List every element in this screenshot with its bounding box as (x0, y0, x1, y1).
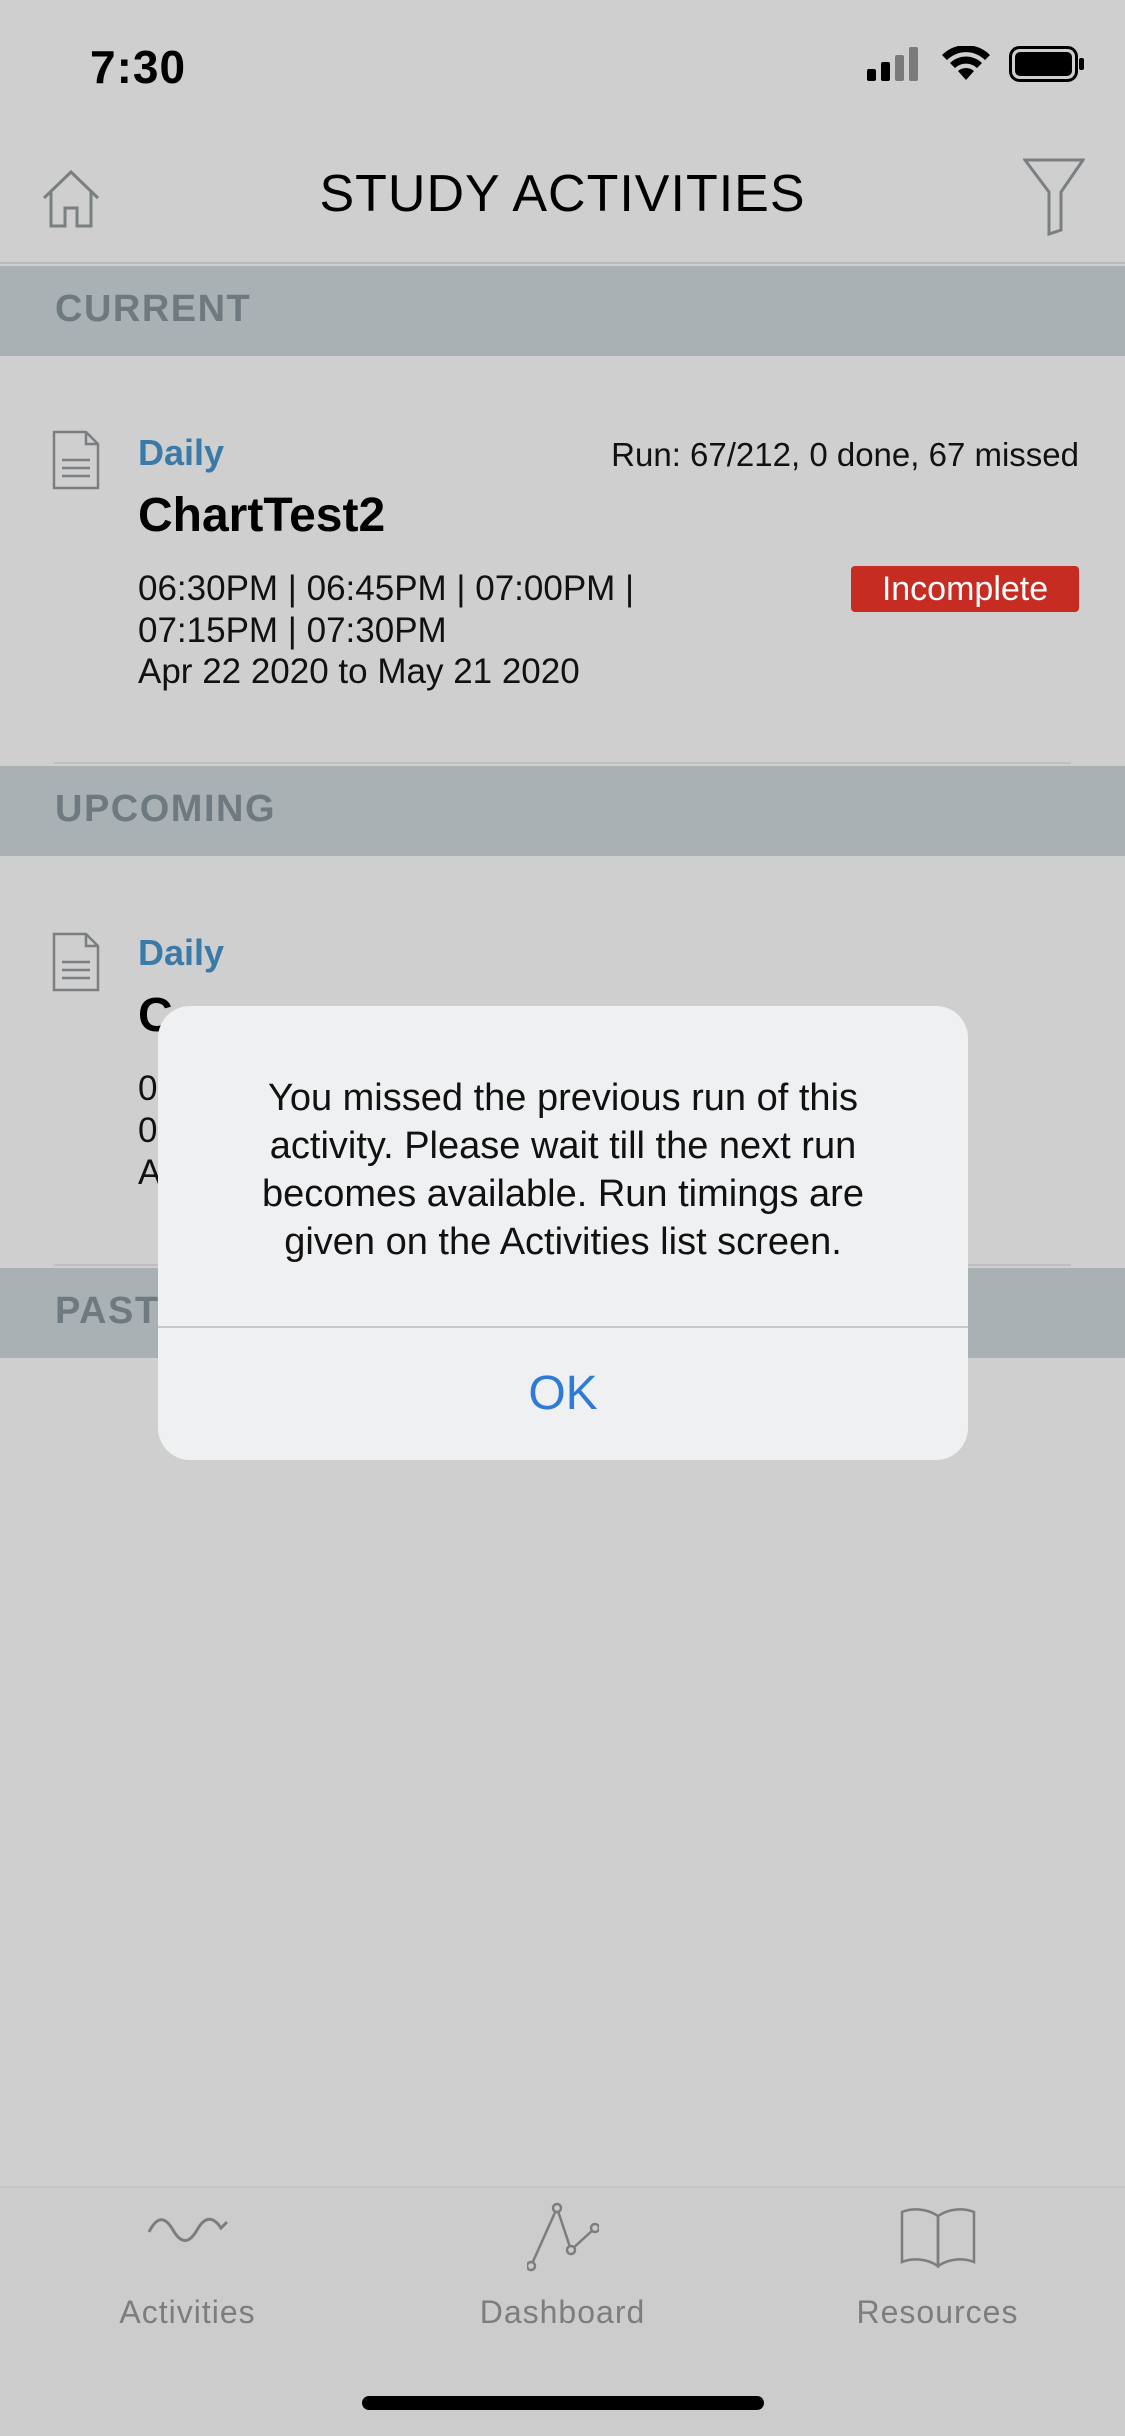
activity-frequency: Daily (138, 932, 225, 973)
run-info: Run: 67/212, 0 done, 67 missed (611, 436, 1079, 473)
battery-icon (1009, 46, 1084, 82)
wifi-icon (942, 46, 990, 80)
tab-label: Dashboard (479, 2294, 646, 2330)
page-title: STUDY ACTIVITIES (319, 165, 806, 223)
tab-dashboard[interactable]: Dashboard (375, 2188, 750, 2348)
activity-card-current[interactable]: Daily Run: 67/212, 0 done, 67 missed Cha… (0, 430, 1125, 760)
navigation-bar: STUDY ACTIVITIES (0, 136, 1125, 264)
home-indicator (362, 2396, 764, 2410)
status-bar: 7:30 (0, 0, 1125, 136)
tab-label: Resources (856, 2294, 1019, 2330)
activity-times: 06:30PM | 06:45PM | 07:00PM | 07:15PM | … (138, 568, 698, 652)
book-icon (900, 2208, 975, 2268)
activity-title: ChartTest2 (138, 489, 386, 542)
document-icon (52, 430, 100, 490)
alert-dialog: You missed the previous run of this acti… (158, 1006, 968, 1460)
document-icon (52, 932, 100, 992)
activity-dates: Apr 22 2020 to May 21 2020 (138, 652, 580, 691)
cellular-signal-icon (867, 47, 918, 81)
line-chart-icon (526, 2202, 599, 2272)
tab-label: Activities (119, 2294, 256, 2330)
alert-message: You missed the previous run of this acti… (262, 1077, 864, 1263)
activity-times-line-2: 07:15PM | 07:30PM (138, 611, 447, 650)
tab-resources[interactable]: Resources (750, 2188, 1125, 2348)
ok-button[interactable]: OK (158, 1328, 968, 1460)
section-label-past: PAST (55, 1290, 160, 1332)
status-time: 7:30 (90, 41, 187, 93)
status-icons (867, 46, 1085, 82)
section-header-upcoming: UPCOMING (0, 766, 1125, 856)
activity-times-line-1: 06:30PM | 06:45PM | 07:00PM | (138, 569, 635, 608)
section-label-current: CURRENT (55, 288, 252, 330)
section-label-upcoming: UPCOMING (55, 788, 276, 830)
wave-icon (147, 2217, 228, 2242)
activity-frequency: Daily (138, 432, 225, 473)
tab-activities[interactable]: Activities (0, 2188, 375, 2348)
section-header-current: CURRENT (0, 266, 1125, 356)
filter-icon[interactable] (1023, 156, 1085, 236)
divider (54, 762, 1071, 764)
status-badge: Incomplete (851, 566, 1079, 612)
